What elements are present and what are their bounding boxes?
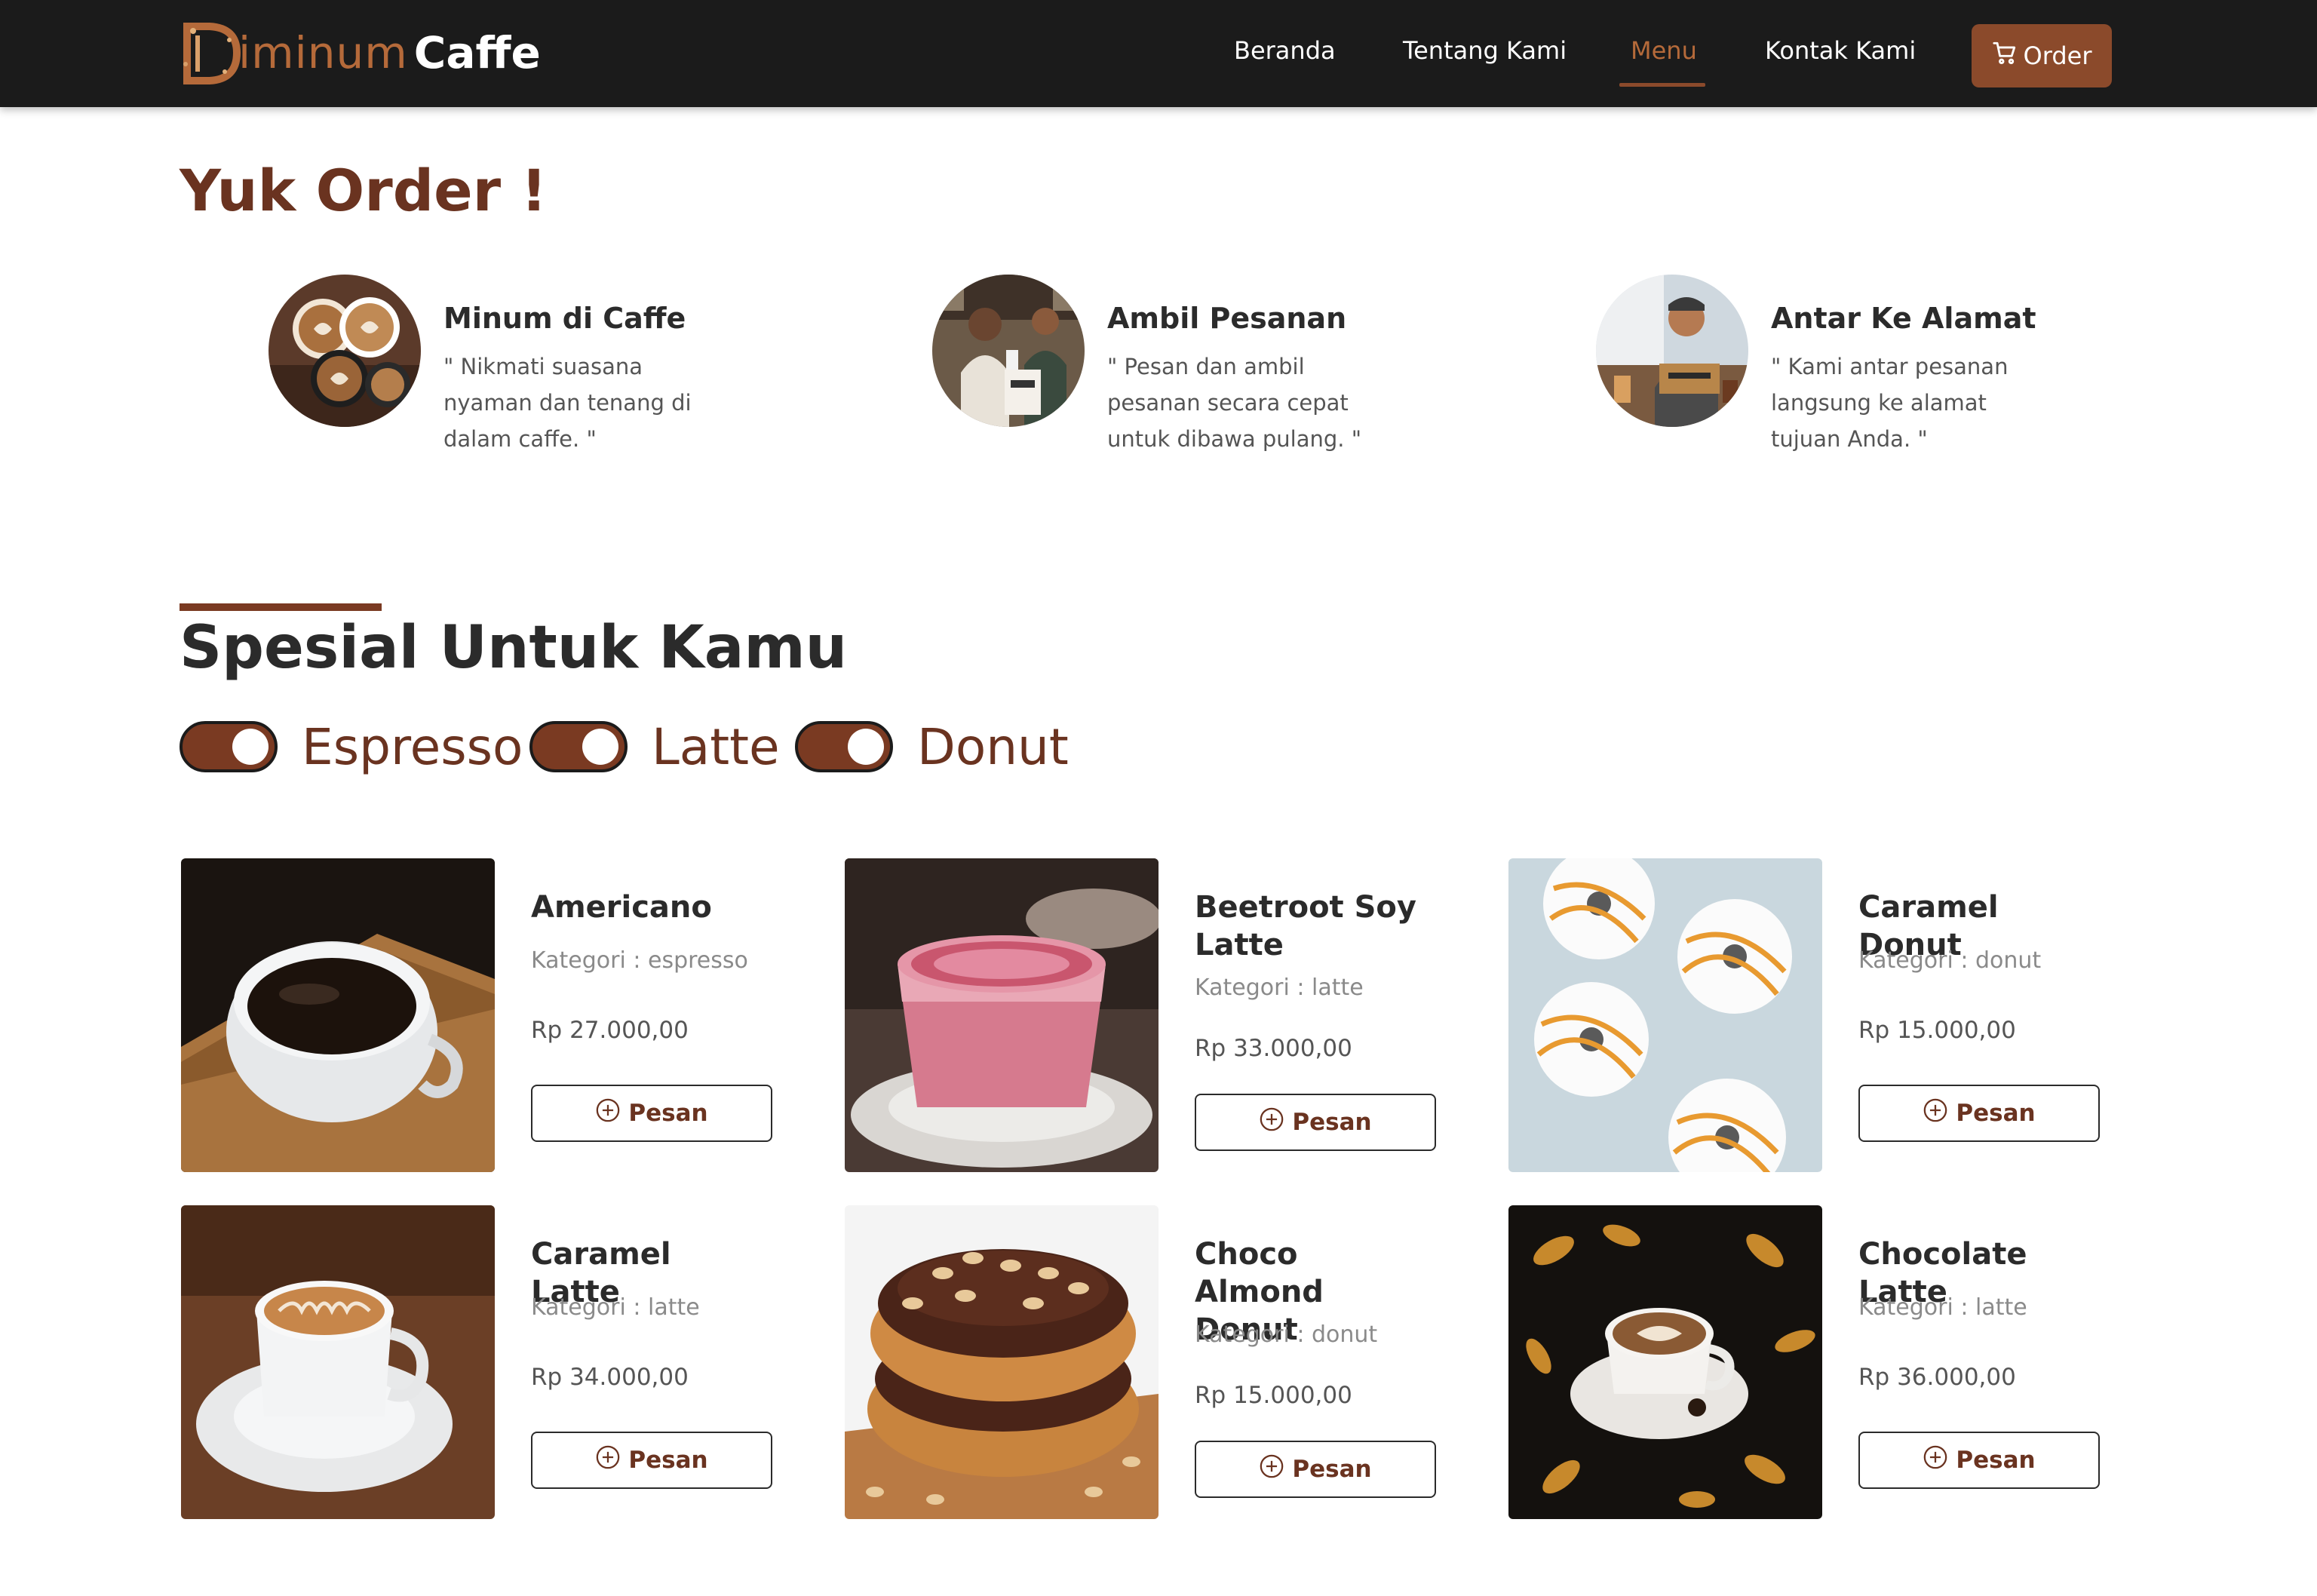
filter-latte-label: Latte <box>652 717 780 776</box>
product-category: Kategori : espresso <box>531 947 748 974</box>
product-card: Chocolate Latte Kategori : latte Rp 36.0… <box>1508 1205 2142 1519</box>
product-americano-photo <box>181 858 495 1172</box>
service-pickup-description: " Pesan dan ambil pesanan secara cepat u… <box>1107 354 1362 452</box>
product-price: Rp 15.000,00 <box>1858 1017 2016 1044</box>
pesan-button[interactable]: Pesan <box>1858 1432 2100 1489</box>
service-delivery-photo <box>1596 275 1748 427</box>
product-category: Kategori : latte <box>531 1294 700 1321</box>
product-card: Caramel Donut Kategori : donut Rp 15.000… <box>1508 858 2142 1172</box>
order-button[interactable]: Order <box>1972 24 2112 87</box>
product-card: Americano Kategori : espresso Rp 27.000,… <box>181 858 815 1172</box>
plus-circle-icon <box>1923 1444 1948 1476</box>
pesan-button[interactable]: Pesan <box>531 1432 772 1489</box>
service-delivery: Antar Ke Alamat " Kami antar pesanan lan… <box>1596 275 2036 501</box>
service-pickup-photo <box>932 275 1085 427</box>
filter-donut-label: Donut <box>917 717 1069 776</box>
product-price: Rp 15.000,00 <box>1195 1382 1352 1409</box>
product-category: Kategori : donut <box>1195 1321 1378 1348</box>
pesan-button[interactable]: Pesan <box>1195 1094 1436 1151</box>
active-nav-underline <box>1619 83 1705 87</box>
service-pickup-title: Ambil Pesanan <box>1107 302 1347 335</box>
filter-latte-toggle[interactable] <box>529 721 628 772</box>
pesan-button[interactable]: Pesan <box>1195 1441 1436 1498</box>
order-button-label: Order <box>2023 41 2092 70</box>
product-price: Rp 34.000,00 <box>531 1364 689 1391</box>
service-dine-in-description: " Nikmati suasana nyaman dan tenang di d… <box>443 354 692 452</box>
product-caramel-donut-photo <box>1508 858 1822 1172</box>
service-delivery-title: Antar Ke Alamat <box>1771 302 2036 335</box>
product-category: Kategori : latte <box>1858 1294 2027 1321</box>
filter-donut[interactable]: Donut <box>795 717 1069 777</box>
nav-link-tentang-kami[interactable]: Tentang Kami <box>1403 36 1567 65</box>
product-card: Caramel Latte Kategori : latte Rp 34.000… <box>181 1205 815 1519</box>
product-card: Beetroot Soy Latte Kategori : latte Rp 3… <box>845 858 1478 1172</box>
service-dine-in-title: Minum di Caffe <box>443 302 686 335</box>
brand-name-first: iminum <box>238 27 408 78</box>
order-section-title: Yuk Order ! <box>180 157 548 224</box>
pesan-button-label: Pesan <box>628 1100 708 1127</box>
service-dine-in: Minum di Caffe " Nikmati suasana nyaman … <box>269 275 692 501</box>
service-dine-in-photo <box>269 275 421 427</box>
cart-icon <box>1992 40 2018 72</box>
nav-link-menu[interactable]: Menu <box>1631 36 1697 65</box>
product-price: Rp 27.000,00 <box>531 1017 689 1044</box>
pesan-button-label: Pesan <box>1292 1456 1372 1483</box>
product-beetroot-soy-latte-photo <box>845 858 1158 1172</box>
filter-donut-toggle[interactable] <box>795 721 893 772</box>
section-accent-bar <box>180 603 382 611</box>
pesan-button[interactable]: Pesan <box>531 1085 772 1142</box>
plus-circle-icon <box>1259 1453 1284 1485</box>
brand-logo-link[interactable]: iminum Caffe <box>180 15 541 91</box>
pesan-button-label: Pesan <box>1292 1109 1372 1136</box>
filter-espresso-toggle[interactable] <box>180 721 278 772</box>
product-name: Americano <box>531 890 712 925</box>
special-section-title: Spesial Untuk Kamu <box>180 614 848 682</box>
nav-link-beranda[interactable]: Beranda <box>1234 36 1336 65</box>
product-choco-almond-donut-photo <box>845 1205 1158 1519</box>
pesan-button-label: Pesan <box>1956 1447 2036 1474</box>
product-category: Kategori : donut <box>1858 947 2042 974</box>
product-category: Kategori : latte <box>1195 974 1364 1001</box>
brand-logo-d-icon <box>180 19 241 87</box>
pesan-button-label: Pesan <box>1956 1100 2036 1127</box>
product-chocolate-latte-photo <box>1508 1205 1822 1519</box>
product-name: Beetroot Soy Latte <box>1195 890 1416 962</box>
product-price: Rp 33.000,00 <box>1195 1035 1352 1062</box>
service-delivery-description: " Kami antar pesanan langsung ke alamat … <box>1771 354 2009 452</box>
plus-circle-icon <box>1259 1106 1284 1138</box>
product-card: Choco Almond Donut Kategori : donut Rp 1… <box>845 1205 1478 1519</box>
filter-latte[interactable]: Latte <box>529 717 780 777</box>
plus-circle-icon <box>595 1097 621 1129</box>
pesan-button-label: Pesan <box>628 1447 708 1474</box>
filter-espresso[interactable]: Espresso <box>180 717 523 777</box>
product-price: Rp 36.000,00 <box>1858 1364 2016 1391</box>
navbar: iminum Caffe Beranda Tentang Kami Menu K… <box>0 0 2317 107</box>
product-caramel-latte-photo <box>181 1205 495 1519</box>
brand-name-second: Caffe <box>413 27 541 78</box>
pesan-button[interactable]: Pesan <box>1858 1085 2100 1142</box>
service-pickup: Ambil Pesanan " Pesan dan ambil pesanan … <box>932 275 1361 501</box>
plus-circle-icon <box>595 1444 621 1476</box>
plus-circle-icon <box>1923 1097 1948 1129</box>
filter-espresso-label: Espresso <box>302 717 523 776</box>
nav-link-kontak-kami[interactable]: Kontak Kami <box>1765 36 1916 65</box>
